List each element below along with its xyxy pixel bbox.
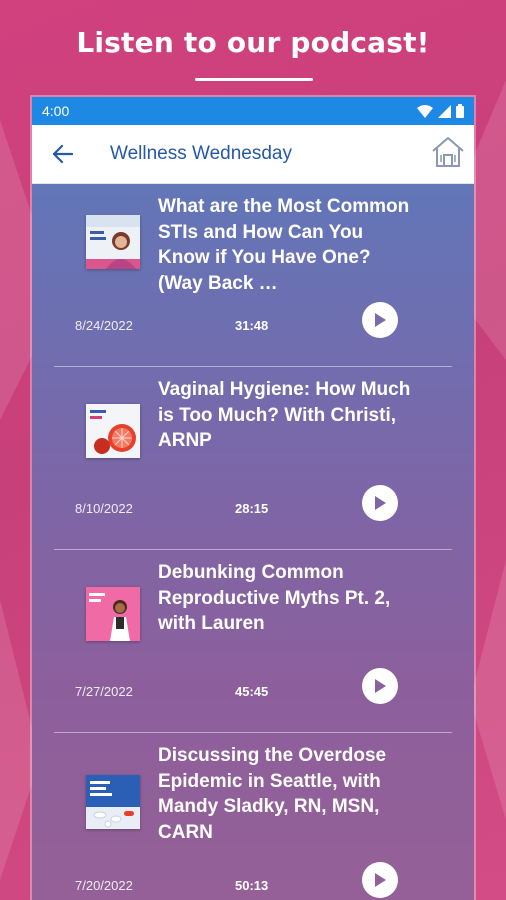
- status-bar: 4:00: [32, 97, 474, 125]
- episode-duration: 50:13: [235, 878, 269, 893]
- promo-title: Listen to our podcast!: [76, 26, 430, 59]
- wifi-icon: [417, 104, 433, 118]
- episode-title[interactable]: Discussing the Overdose Epidemic in Seat…: [158, 743, 413, 845]
- grapefruit-thumbnail: [86, 404, 140, 458]
- pills-thumbnail: [86, 775, 140, 829]
- play-icon: [375, 313, 386, 327]
- page-title: Wellness Wednesday: [110, 143, 293, 164]
- battery-icon: [456, 104, 464, 118]
- list-item[interactable]: Vaginal Hygiene: How Much is Too Much? W…: [54, 367, 452, 550]
- list-item[interactable]: Discussing the Overdose Epidemic in Seat…: [54, 733, 452, 900]
- episode-title[interactable]: Debunking Common Reproductive Myths Pt. …: [158, 560, 413, 637]
- home-icon: [432, 137, 464, 167]
- list-item[interactable]: What are the Most Common STIs and How Ca…: [54, 184, 452, 367]
- phone-frame: 4:00 Wellness Wednesday What are the Mos…: [32, 97, 474, 900]
- status-time: 4:00: [42, 103, 70, 119]
- woman-portrait-thumbnail: [86, 215, 140, 269]
- play-button[interactable]: [362, 485, 398, 521]
- episode-title[interactable]: What are the Most Common STIs and How Ca…: [158, 194, 413, 296]
- play-button[interactable]: [362, 862, 398, 898]
- episode-list[interactable]: What are the Most Common STIs and How Ca…: [32, 184, 474, 900]
- illustrated-woman-thumbnail: [86, 587, 140, 641]
- episode-date: 7/27/2022: [75, 684, 133, 699]
- episode-date: 8/24/2022: [75, 318, 133, 333]
- episode-title[interactable]: Vaginal Hygiene: How Much is Too Much? W…: [158, 377, 413, 454]
- episode-date: 7/20/2022: [75, 878, 133, 893]
- signal-icon: [438, 104, 451, 118]
- status-icons: [417, 104, 464, 118]
- episode-duration: 45:45: [235, 684, 269, 699]
- play-icon: [375, 679, 386, 693]
- home-button[interactable]: [430, 134, 466, 170]
- arrow-left-icon: [53, 145, 73, 163]
- promo-underline: [195, 78, 313, 81]
- list-item[interactable]: Debunking Common Reproductive Myths Pt. …: [54, 550, 452, 733]
- episode-date: 8/10/2022: [75, 501, 133, 516]
- play-button[interactable]: [362, 302, 398, 338]
- episode-duration: 28:15: [235, 501, 269, 516]
- play-icon: [375, 873, 386, 887]
- app-bar: Wellness Wednesday: [32, 125, 474, 184]
- episode-duration: 31:48: [235, 318, 269, 333]
- play-button[interactable]: [362, 668, 398, 704]
- play-icon: [375, 496, 386, 510]
- back-button[interactable]: [50, 141, 76, 167]
